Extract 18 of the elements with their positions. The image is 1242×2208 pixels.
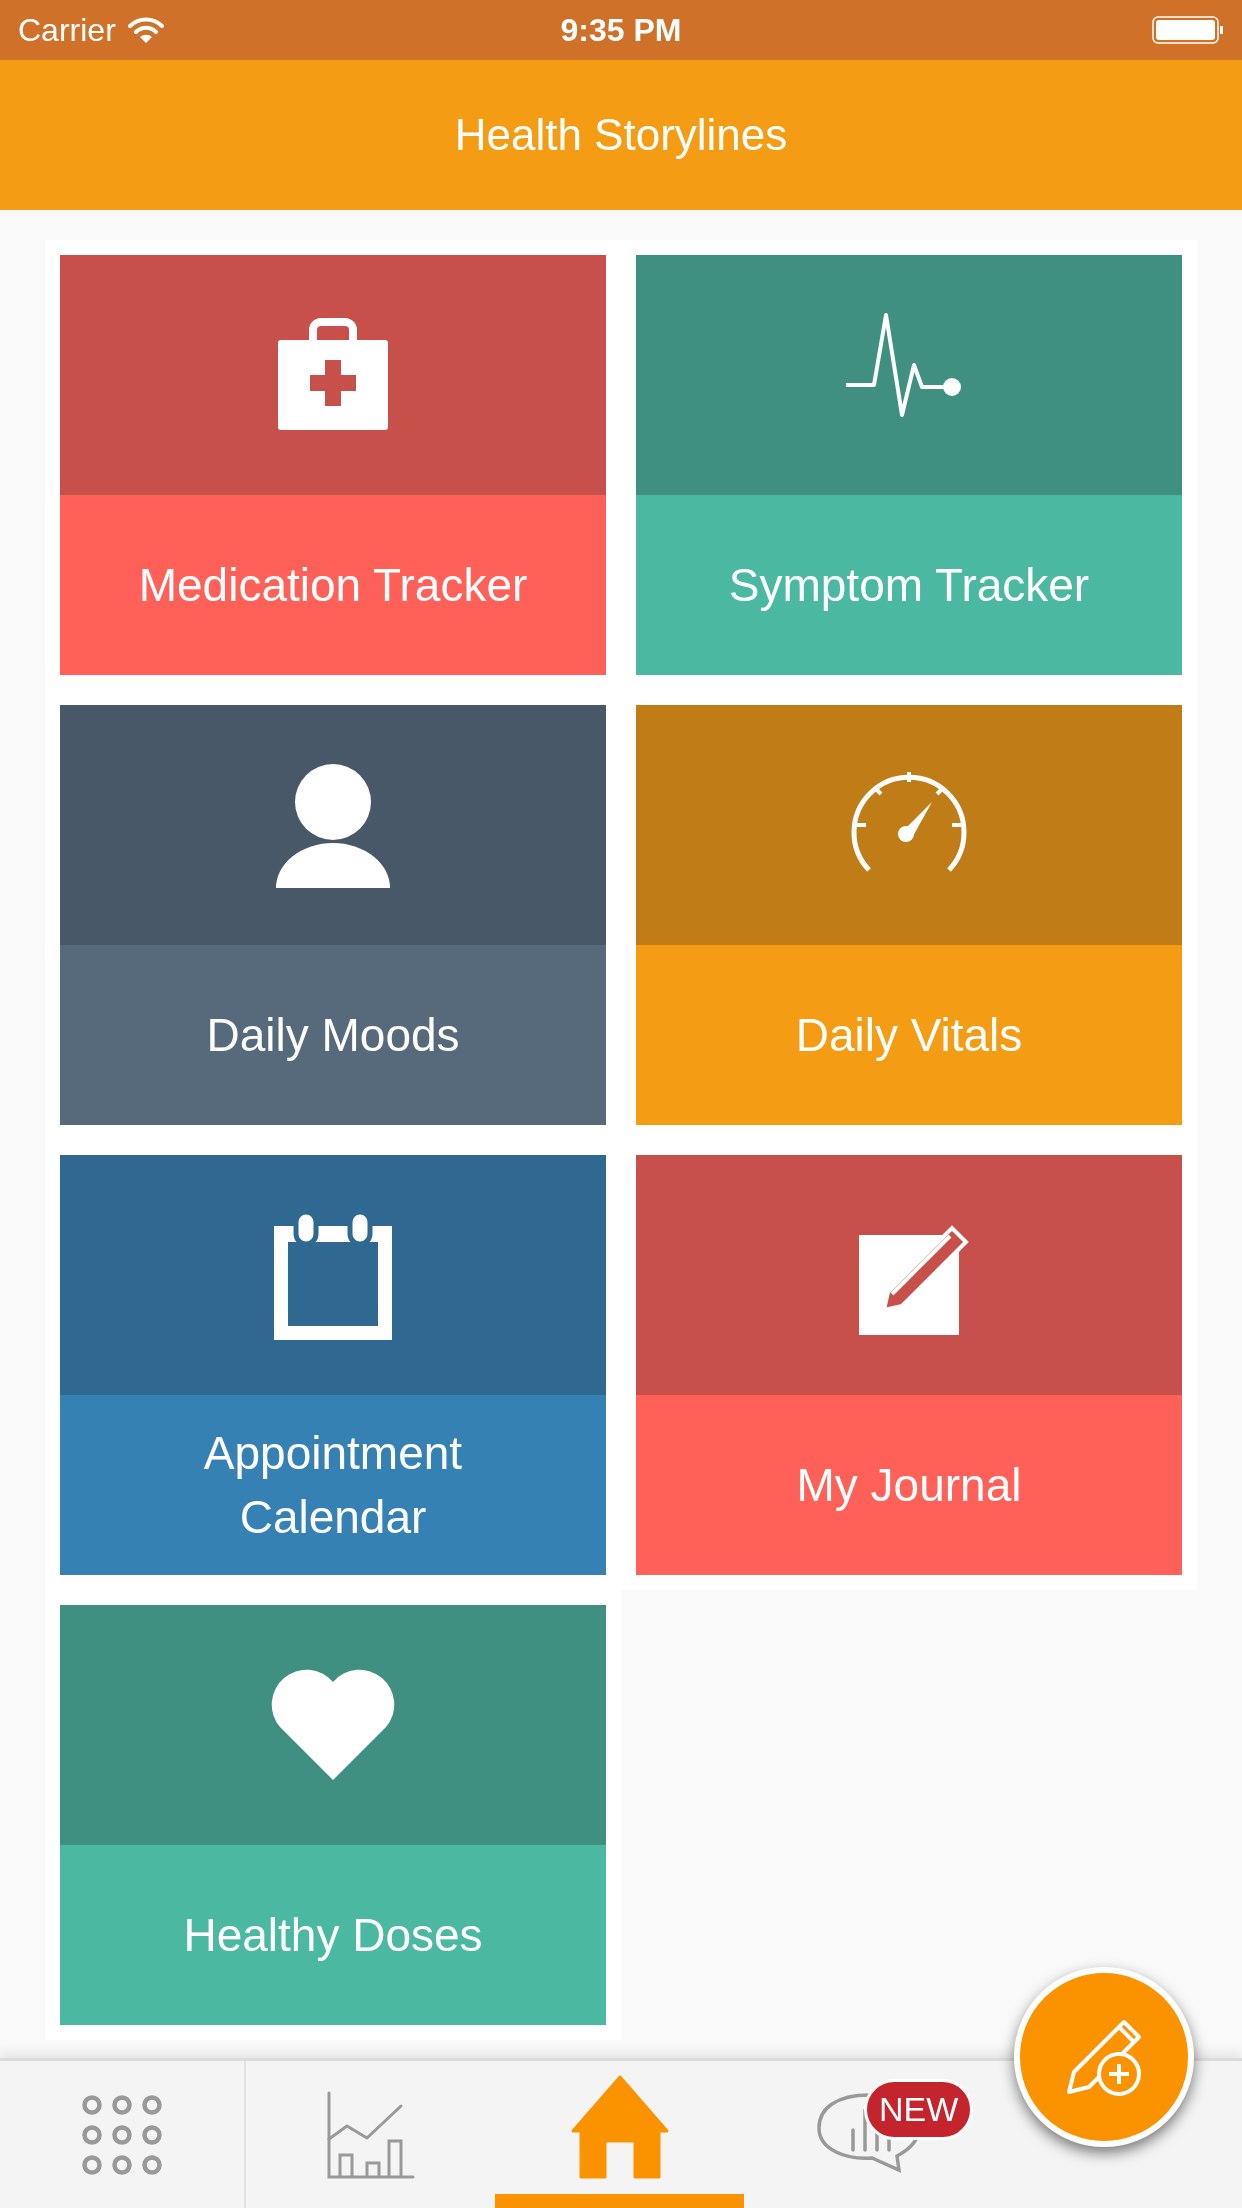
tile-label: My Journal [796,1457,1022,1513]
add-entry-button[interactable] [1014,1967,1194,2147]
tile-label: Medication Tracker [138,557,528,613]
new-badge: NEW [864,2079,974,2140]
battery-icon [1152,15,1224,45]
tile-label: Daily Moods [206,1007,460,1063]
carrier-name: Carrier [18,11,116,50]
wifi-icon [127,16,164,44]
home-icon [570,2075,669,2180]
chart-icon [326,2090,415,2179]
app-title: Health Storylines [454,109,788,161]
tile-label: Appointment Calendar [202,1425,464,1545]
tab-button[interactable]: NEW [744,2061,993,2208]
tile-label: Symptom Tracker [728,557,1090,613]
tile-label: Daily Vitals [795,1007,1023,1063]
tile-label: Healthy Doses [183,1907,483,1963]
grid-menu-icon [81,2093,163,2176]
status-time: 9:35 PM [560,11,682,50]
